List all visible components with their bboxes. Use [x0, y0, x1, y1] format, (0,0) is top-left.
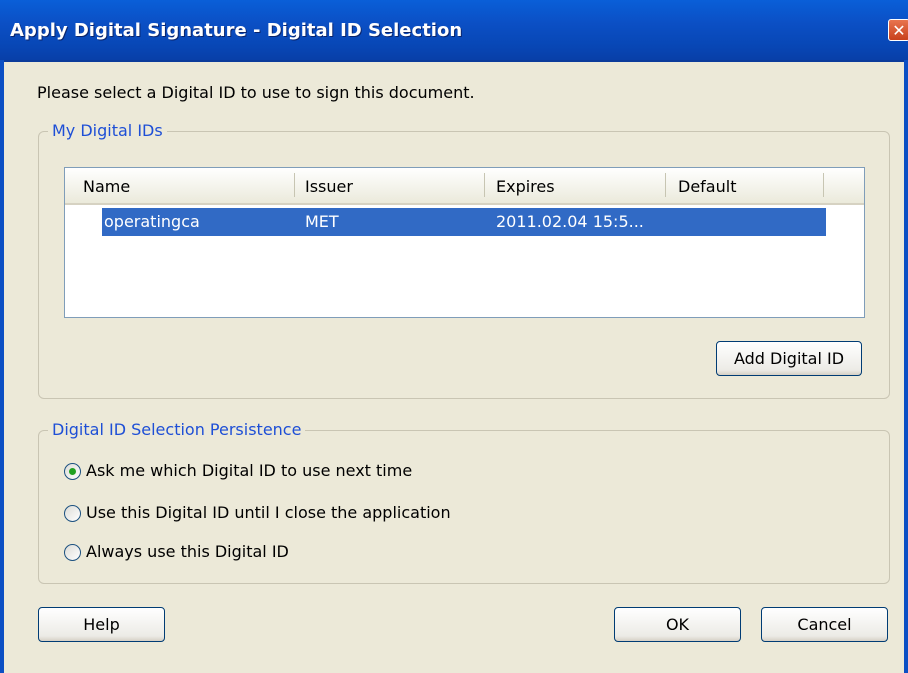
close-icon[interactable]: ✕ — [888, 19, 908, 41]
window-title: Apply Digital Signature - Digital ID Sel… — [10, 20, 463, 41]
window-border-left — [0, 60, 4, 673]
ok-button[interactable]: OK — [614, 607, 741, 642]
column-header-issuer[interactable]: Issuer — [305, 177, 353, 196]
row-expires-cell: 2011.02.04 15:5... — [496, 212, 644, 231]
column-separator[interactable] — [665, 173, 666, 197]
column-header-name[interactable]: Name — [83, 177, 130, 196]
radio-label[interactable]: Use this Digital ID until I close the ap… — [86, 503, 451, 522]
table-row[interactable]: operatingca MET 2011.02.04 15:5... — [102, 208, 826, 236]
column-separator[interactable] — [823, 173, 824, 197]
instruction-text: Please select a Digital ID to use to sig… — [37, 83, 475, 102]
radio-label[interactable]: Always use this Digital ID — [86, 542, 289, 561]
row-issuer-cell: MET — [305, 212, 339, 231]
add-digital-id-button[interactable]: Add Digital ID — [716, 341, 862, 376]
cancel-button[interactable]: Cancel — [761, 607, 888, 642]
radio-button-checked[interactable] — [64, 463, 81, 480]
column-separator[interactable] — [484, 173, 485, 197]
radio-button[interactable] — [64, 544, 81, 561]
title-bar[interactable]: Apply Digital Signature - Digital ID Sel… — [0, 0, 908, 62]
help-button[interactable]: Help — [38, 607, 165, 642]
column-separator[interactable] — [294, 173, 295, 197]
radio-label[interactable]: Ask me which Digital ID to use next time — [86, 461, 412, 480]
column-header-expires[interactable]: Expires — [496, 177, 555, 196]
column-header-default[interactable]: Default — [678, 177, 736, 196]
radio-button[interactable] — [64, 505, 81, 522]
list-header: Name Issuer Expires Default — [65, 168, 864, 205]
digital-ids-group-label: My Digital IDs — [48, 121, 167, 140]
digital-id-list[interactable]: Name Issuer Expires Default operatingca … — [64, 167, 865, 318]
persistence-group-label: Digital ID Selection Persistence — [48, 420, 306, 439]
row-name-cell: operatingca — [104, 212, 200, 231]
window-border-right — [904, 60, 908, 673]
